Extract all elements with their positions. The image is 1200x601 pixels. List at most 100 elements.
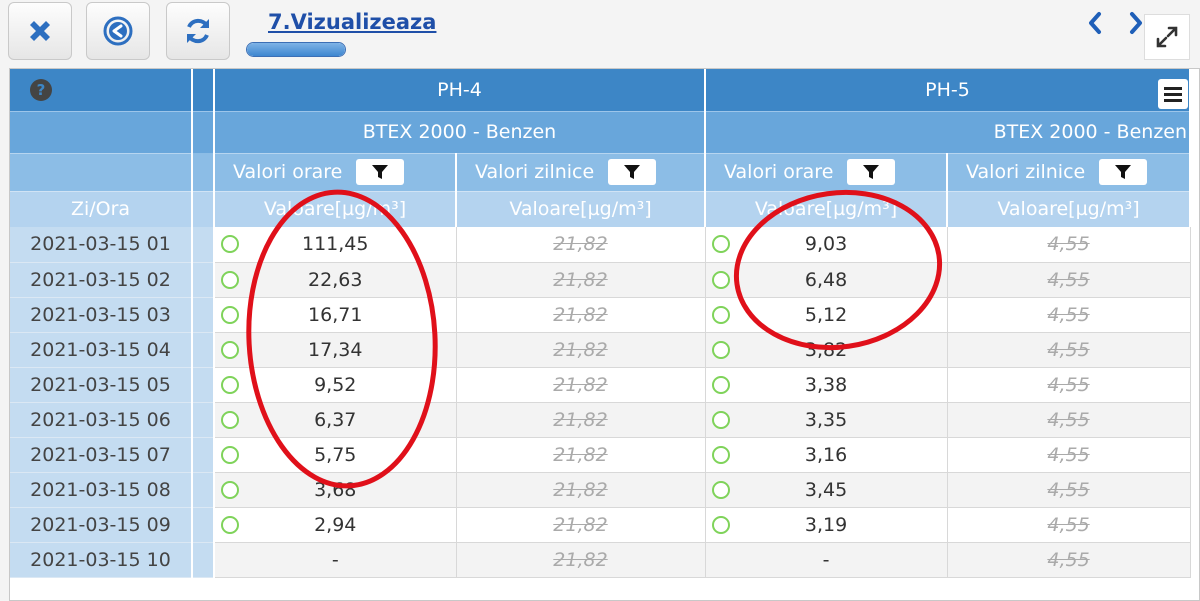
unit-header-ph5-hourly: Valoare[µg/m³] [705, 190, 949, 227]
ph5-hourly-cell: - [705, 542, 948, 578]
row-separator [192, 262, 215, 298]
back-circle-icon [103, 16, 133, 46]
ph5-daily-cell: 4,55 [947, 402, 1191, 438]
col-hourly-label: Valori orare [724, 161, 834, 183]
cell-value: 2021-03-15 06 [30, 408, 171, 431]
pollutant-header-ph5: BTEX 2000 - Benzen [705, 110, 1192, 153]
ph5-daily-cell: 4,55 [947, 472, 1191, 508]
table-row[interactable]: 2021-03-15 08 3,68 21,82 3,45 4,55 [10, 472, 1191, 508]
chevron-right-icon [1130, 12, 1142, 34]
ph4-hourly-cell: 16,71 [214, 297, 457, 333]
row-separator [192, 227, 215, 263]
filter-button[interactable] [1099, 159, 1148, 185]
help-icon[interactable]: ? [30, 79, 52, 101]
ph5-hourly-cell: 3,19 [705, 507, 948, 543]
cell-value: 17,34 [308, 338, 363, 361]
ph5-hourly-cell: 3,35 [705, 402, 948, 438]
cell-value: 2021-03-15 01 [30, 233, 171, 256]
table-row[interactable]: 2021-03-15 01 111,45 21,82 9,03 4,55 [10, 227, 1191, 263]
table-row[interactable]: 2021-03-15 06 6,37 21,82 3,35 4,55 [10, 402, 1191, 438]
title-progress-bar [246, 42, 346, 57]
date-cell: 2021-03-15 08 [10, 472, 193, 508]
refresh-button[interactable] [166, 2, 230, 60]
col-daily-ph5: Valori zilnice [947, 152, 1192, 191]
table-row[interactable]: 2021-03-15 09 2,94 21,82 3,19 4,55 [10, 507, 1191, 543]
cell-value: 21,82 [553, 268, 608, 291]
row-separator [192, 367, 215, 403]
cell-value: 5,75 [314, 443, 357, 466]
filter-icon [1115, 165, 1132, 179]
station-header-ph4: PH-4 [214, 69, 707, 111]
cell-value: 6,37 [314, 408, 357, 431]
status-circle-icon [221, 445, 239, 464]
status-circle-icon [711, 270, 730, 289]
ph5-daily-cell: 4,55 [947, 227, 1191, 263]
col-daily-label: Valori zilnice [475, 161, 595, 183]
status-circle-icon [711, 410, 730, 429]
cell-value: 16,71 [308, 303, 363, 326]
date-column-header: Zi/Ora [10, 190, 193, 227]
cell-value: 9,52 [314, 373, 357, 396]
page-title-link[interactable]: 7.Vizualizeaza [268, 10, 436, 34]
cell-value: 3,38 [804, 373, 848, 396]
table-row[interactable]: 2021-03-15 05 9,52 21,82 3,38 4,55 [10, 367, 1191, 403]
filter-button[interactable] [356, 159, 405, 185]
cell-value: 21,82 [553, 478, 608, 501]
cell-value: 4,55 [1047, 478, 1090, 501]
table-row[interactable]: 2021-03-15 03 16,71 21,82 5,12 4,55 [10, 297, 1191, 333]
status-circle-icon [221, 480, 239, 499]
refresh-icon [187, 18, 209, 44]
table-row[interactable]: 2021-03-15 02 22,63 21,82 6,48 4,55 [10, 262, 1191, 298]
status-circle-icon [711, 305, 730, 324]
close-button[interactable] [8, 2, 72, 60]
status-circle-icon [221, 270, 239, 289]
table-row[interactable]: 2021-03-15 10 - 21,82 - 4,55 [10, 542, 1191, 578]
cell-value: 5,12 [804, 303, 848, 326]
col-hourly-ph4: Valori orare [214, 152, 457, 191]
cell-value: 21,82 [553, 513, 608, 536]
date-cell: 2021-03-15 04 [10, 332, 193, 368]
date-cell: 2021-03-15 05 [10, 367, 193, 403]
toolbar: 7.Vizualizeaza [0, 0, 1200, 64]
unit-header-ph4-daily: Valoare[µg/m³] [456, 190, 707, 227]
status-circle-icon [221, 305, 239, 324]
header-separator [192, 110, 215, 153]
ph4-hourly-cell: 5,75 [214, 437, 457, 473]
filter-button[interactable] [847, 159, 896, 185]
filter-icon [863, 165, 880, 179]
filter-icon [624, 165, 641, 179]
date-cell: 2021-03-15 07 [10, 437, 193, 473]
hamburger-menu-icon [1164, 87, 1182, 102]
table-row[interactable]: 2021-03-15 04 17,34 21,82 3,82 4,55 [10, 332, 1191, 368]
ph4-hourly-cell: 9,52 [214, 367, 457, 403]
ph5-daily-cell: 4,55 [947, 542, 1191, 578]
next-button[interactable] [1126, 8, 1144, 38]
cell-value: 3,68 [314, 478, 357, 501]
unit-header-ph4-hourly: Valoare[µg/m³] [214, 190, 457, 227]
date-cell: 2021-03-15 10 [10, 542, 193, 578]
status-circle-icon [221, 375, 239, 394]
column-menu-button[interactable] [1158, 79, 1188, 109]
status-circle-icon [221, 235, 239, 253]
cell-value: 4,55 [1047, 303, 1090, 326]
table-row[interactable]: 2021-03-15 07 5,75 21,82 3,16 4,55 [10, 437, 1191, 473]
station-header-ph5: PH-5 [705, 69, 1192, 111]
prev-button[interactable] [1083, 8, 1107, 38]
ph4-daily-cell: 21,82 [456, 367, 706, 403]
expand-button[interactable] [1144, 14, 1190, 60]
ph5-daily-cell: 4,55 [947, 297, 1191, 333]
header-separator [192, 69, 215, 111]
cell-value: 3,19 [804, 513, 848, 536]
ph5-daily-cell: 4,55 [947, 332, 1191, 368]
unit-header-ph5-daily: Valoare[µg/m³] [947, 190, 1192, 227]
filter-button[interactable] [608, 159, 657, 185]
back-button[interactable] [86, 2, 150, 60]
status-circle-icon [221, 515, 239, 534]
ph5-daily-cell: 4,55 [947, 262, 1191, 298]
col-daily-label: Valori zilnice [966, 161, 1086, 183]
cell-value: 6,48 [804, 268, 848, 291]
cell-value: 4,55 [1047, 338, 1090, 361]
status-circle-icon [221, 410, 239, 429]
ph4-daily-cell: 21,82 [456, 472, 706, 508]
title-progress-fill [247, 43, 345, 56]
